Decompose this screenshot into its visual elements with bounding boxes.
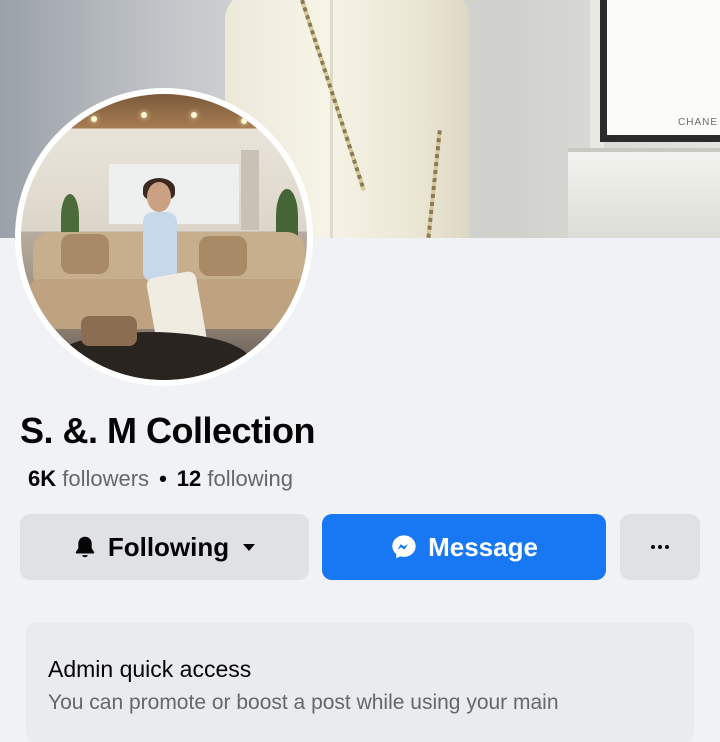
photo-cushion [199, 236, 247, 276]
bell-icon [72, 534, 98, 560]
cover-shelf [568, 148, 720, 238]
follow-stats: 6K followers • 12 following [28, 466, 293, 492]
photo-handbag [81, 316, 137, 346]
photo-cushion [61, 234, 109, 274]
followers-label: followers [62, 466, 150, 491]
ceiling-light [191, 112, 197, 118]
following-label: following [207, 466, 293, 491]
following-button-label: Following [107, 531, 230, 562]
profile-picture[interactable] [15, 88, 313, 386]
followers-link[interactable]: 6K followers [28, 466, 149, 491]
admin-card-title: Admin quick access [48, 656, 252, 682]
page-title: S. &. M Collection [20, 410, 316, 451]
admin-card-description: You can promote or boost a post while us… [48, 691, 559, 714]
following-link[interactable]: 12 following [177, 466, 293, 491]
photo-person [143, 212, 177, 282]
cover-frame-text: CHANE [678, 117, 719, 128]
profile-photo [21, 94, 307, 380]
more-horizontal-icon [651, 545, 669, 549]
caret-down-icon [241, 539, 257, 555]
photo-door [241, 150, 259, 230]
message-button[interactable]: Message [322, 514, 606, 580]
more-options-button[interactable] [620, 514, 700, 580]
stats-separator: • [159, 466, 167, 491]
followers-count: 6K [28, 466, 57, 491]
photo-person-head [147, 182, 171, 212]
messenger-icon [390, 533, 418, 561]
ceiling-light [241, 118, 247, 124]
cover-garment-fold [330, 0, 333, 238]
following-count: 12 [176, 466, 202, 491]
following-button[interactable]: Following [20, 514, 309, 580]
message-button-label: Message [428, 531, 538, 562]
ceiling-light [141, 112, 147, 118]
ceiling-light [91, 116, 97, 122]
